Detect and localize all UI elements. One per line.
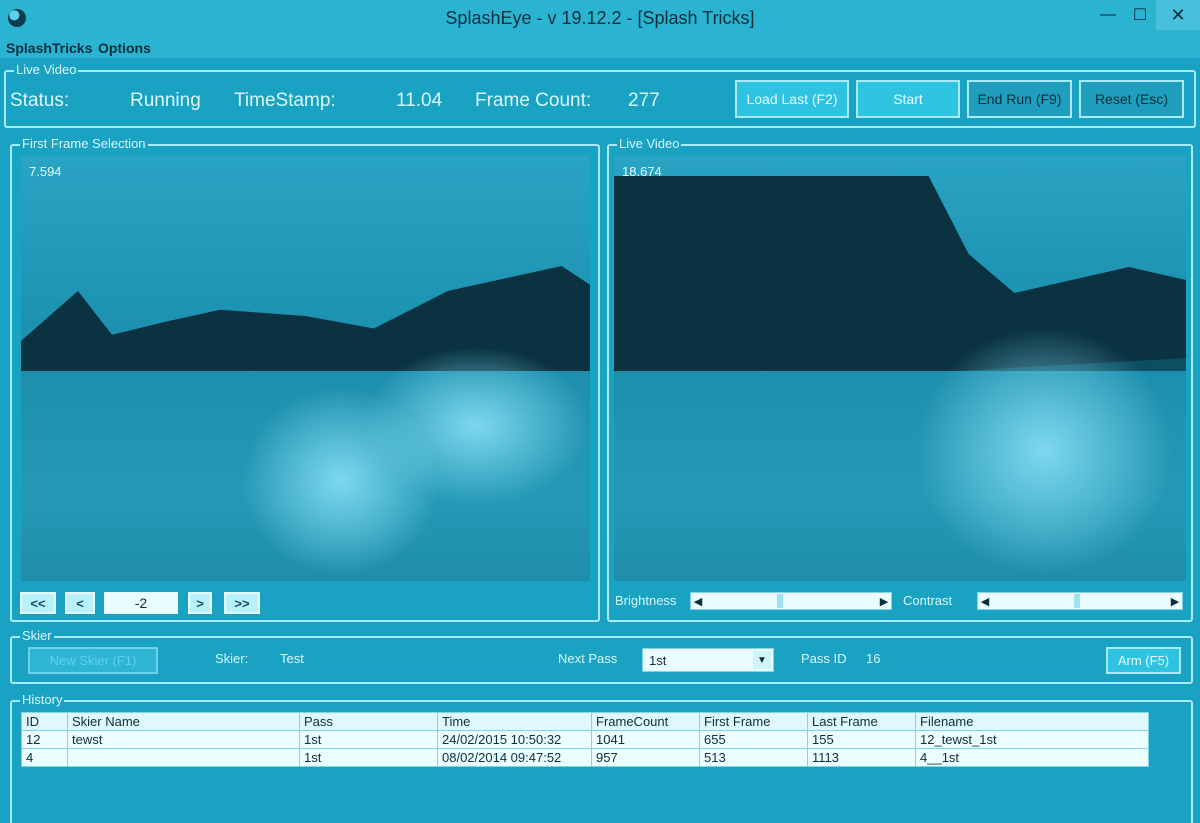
next-frame-button[interactable]: > xyxy=(188,592,212,614)
timestamp-label: TimeStamp: xyxy=(234,90,336,111)
chevron-down-icon[interactable]: ▼ xyxy=(753,651,771,669)
group-label-skier: Skier xyxy=(20,628,54,643)
framecount-label: Frame Count: xyxy=(475,90,592,111)
skier-value: Test xyxy=(280,651,304,666)
next-pass-value: 1st xyxy=(649,653,667,668)
end-run-button[interactable]: End Run (F9) xyxy=(967,80,1072,118)
table-cell: 513 xyxy=(699,748,808,767)
prev-frame-button[interactable]: < xyxy=(65,592,95,614)
table-row[interactable]: 4 1st 08/02/2014 09:47:52 957 513 1113 4… xyxy=(21,748,1149,767)
table-cell: 24/02/2015 10:50:32 xyxy=(437,730,592,749)
slider-left-icon[interactable]: ◀ xyxy=(978,593,992,609)
table-cell: tewst xyxy=(67,730,300,749)
first-frame-button[interactable]: << xyxy=(20,592,56,614)
brightness-slider[interactable]: ◀ ▶ xyxy=(690,592,892,610)
slider-left-icon[interactable]: ◀ xyxy=(691,593,705,609)
first-frame-timestamp: 7.594 xyxy=(29,164,62,179)
table-cell: 4__1st xyxy=(915,748,1149,767)
column-header[interactable]: Filename xyxy=(915,712,1149,731)
table-row[interactable]: 12 tewst 1st 24/02/2015 10:50:32 1041 65… xyxy=(21,730,1149,749)
last-frame-button[interactable]: >> xyxy=(224,592,260,614)
maximize-button[interactable]: ☐ xyxy=(1120,0,1160,30)
table-cell: 1041 xyxy=(591,730,700,749)
table-cell: 12 xyxy=(21,730,68,749)
arm-button[interactable]: Arm (F5) xyxy=(1106,647,1181,674)
first-frame-video[interactable]: 7.594 xyxy=(21,156,590,581)
new-skier-button[interactable]: New Skier (F1) xyxy=(28,647,158,674)
reset-button[interactable]: Reset (Esc) xyxy=(1079,80,1184,118)
contrast-thumb[interactable] xyxy=(1074,594,1080,608)
live-video-feed[interactable]: 18.674 xyxy=(614,156,1186,581)
table-cell: 12_tewst_1st xyxy=(915,730,1149,749)
column-header[interactable]: Time xyxy=(437,712,592,731)
close-button[interactable]: ✕ xyxy=(1156,0,1200,30)
column-header[interactable]: ID xyxy=(21,712,68,731)
table-cell: 4 xyxy=(21,748,68,767)
table-cell: 1st xyxy=(299,748,438,767)
column-header[interactable]: Last Frame xyxy=(807,712,916,731)
menu-options[interactable]: Options xyxy=(98,40,151,56)
menu-bar: SplashTricks Options xyxy=(0,36,1200,58)
start-button[interactable]: Start xyxy=(856,80,960,118)
next-pass-label: Next Pass xyxy=(558,651,618,666)
live-video-timestamp: 18.674 xyxy=(622,164,662,179)
column-header[interactable]: FrameCount xyxy=(591,712,700,731)
pass-id-value: 16 xyxy=(866,651,881,666)
contrast-slider[interactable]: ◀ ▶ xyxy=(977,592,1183,610)
table-cell: 1st xyxy=(299,730,438,749)
skier-label: Skier: xyxy=(215,651,249,666)
next-pass-select[interactable]: 1st ▼ xyxy=(642,648,774,672)
column-header[interactable]: Pass xyxy=(299,712,438,731)
brightness-label: Brightness xyxy=(615,593,677,608)
table-cell: 957 xyxy=(591,748,700,767)
status-label: Status: xyxy=(10,90,70,111)
table-cell: 155 xyxy=(807,730,916,749)
framecount-value: 277 xyxy=(628,90,660,111)
table-cell: 655 xyxy=(699,730,808,749)
table-cell xyxy=(67,748,300,767)
pass-id-label: Pass ID xyxy=(801,651,847,666)
group-label-first-frame: First Frame Selection xyxy=(20,136,148,151)
title-bar: SplashEye - v 19.12.2 - [Splash Tricks] … xyxy=(0,0,1200,36)
table-cell: 1113 xyxy=(807,748,916,767)
table-cell: 08/02/2014 09:47:52 xyxy=(437,748,592,767)
group-label-history: History xyxy=(20,692,65,707)
slider-right-icon[interactable]: ▶ xyxy=(877,593,891,609)
menu-splashtricks[interactable]: SplashTricks xyxy=(6,40,92,56)
history-table[interactable]: ID Skier Name Pass Time FrameCount First… xyxy=(21,712,1149,767)
column-header[interactable]: First Frame xyxy=(699,712,808,731)
frame-offset-input[interactable]: -2 xyxy=(104,592,178,614)
load-last-button[interactable]: Load Last (F2) xyxy=(735,80,849,118)
slider-right-icon[interactable]: ▶ xyxy=(1168,593,1182,609)
status-value: Running xyxy=(130,90,201,111)
group-label-live: Live Video xyxy=(14,62,79,77)
timestamp-value: 11.04 xyxy=(396,90,443,111)
table-header-row: ID Skier Name Pass Time FrameCount First… xyxy=(21,712,1149,731)
contrast-label: Contrast xyxy=(903,593,953,608)
column-header[interactable]: Skier Name xyxy=(67,712,300,731)
group-label-live-video: Live Video xyxy=(617,136,682,151)
brightness-thumb[interactable] xyxy=(777,594,783,608)
window-title: SplashEye - v 19.12.2 - [Splash Tricks] xyxy=(445,8,755,28)
